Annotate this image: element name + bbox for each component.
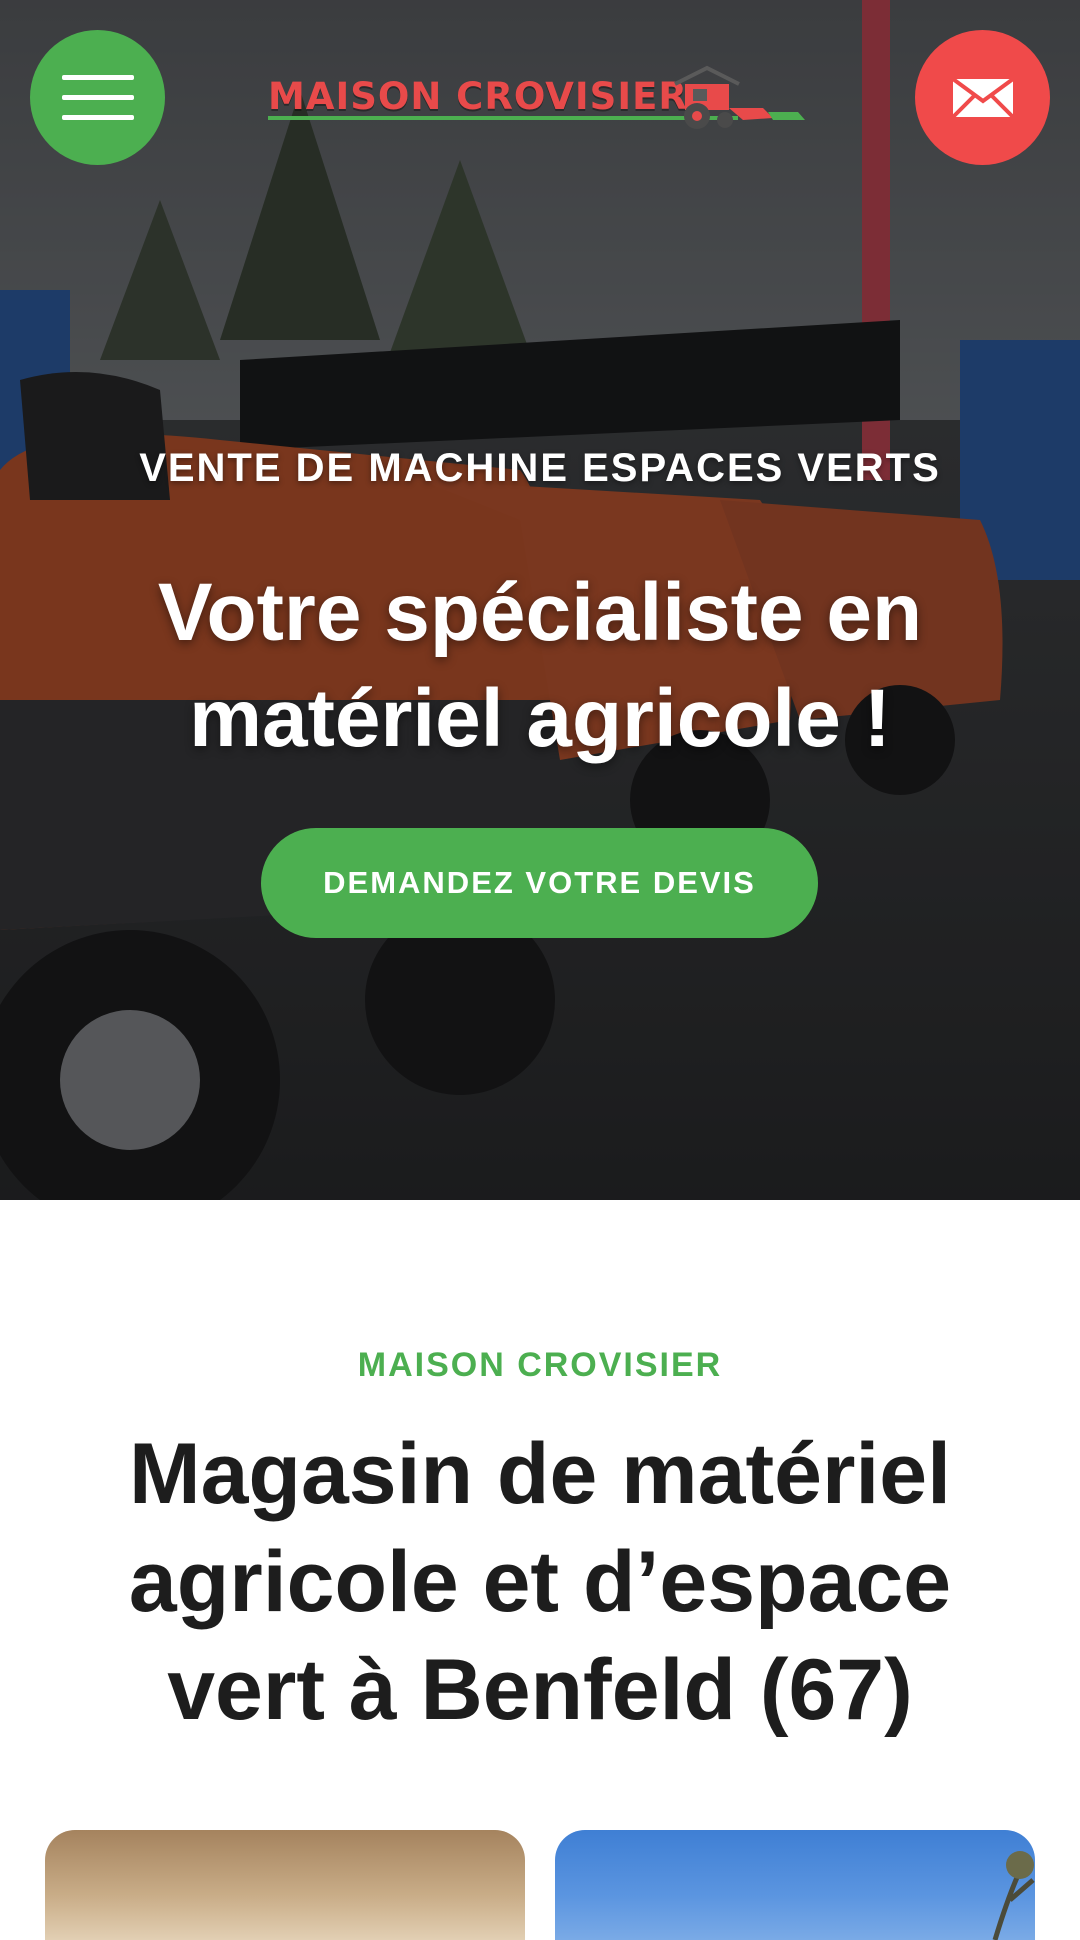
section-kicker: MAISON CROVISIER xyxy=(357,1346,723,1384)
hero-title: Votre spécialiste en matériel agricole ! xyxy=(157,567,923,764)
menu-button[interactable] xyxy=(30,30,165,165)
hero-section: MAISON CROVISIER VENTE DE MACHINE ESPACE… xyxy=(0,0,1080,1200)
menu-icon-bar xyxy=(61,75,134,80)
hero-kicker: VENTE DE MACHINE ESPACES VERTS xyxy=(139,446,941,490)
logo-text: MAISON CROVISIER xyxy=(268,74,688,118)
tractor-logo-icon xyxy=(674,65,805,129)
tree-branch-icon xyxy=(992,1851,1035,1940)
service-card-image[interactable] xyxy=(45,1830,525,1940)
site-logo[interactable]: MAISON CROVISIER xyxy=(268,58,813,134)
envelope-icon xyxy=(951,76,1014,118)
logo-underline xyxy=(268,116,738,120)
menu-icon-bar xyxy=(61,95,134,100)
contact-mail-button[interactable] xyxy=(915,30,1050,165)
section-title: Magasin de matériel agricole et d’espace… xyxy=(128,1426,952,1738)
service-card-image[interactable] xyxy=(555,1830,1035,1940)
quote-request-button[interactable]: DEMANDEZ VOTRE DEVIS xyxy=(261,828,818,938)
menu-icon-bar xyxy=(61,115,134,120)
